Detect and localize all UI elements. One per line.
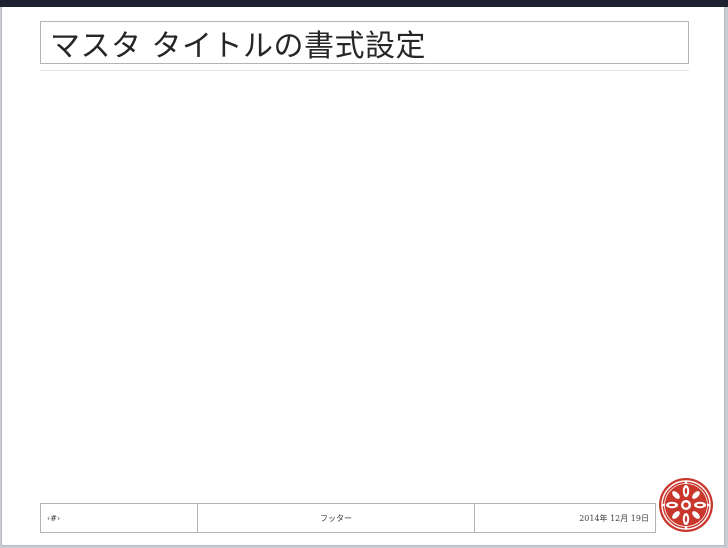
- title-text: マスタ タイトルの書式設定: [50, 28, 427, 64]
- title-placeholder[interactable]: マスタ タイトルの書式設定: [40, 21, 689, 64]
- slide-number-placeholder[interactable]: ‹#›: [40, 503, 198, 533]
- footer-placeholder[interactable]: フッター: [197, 503, 475, 533]
- ornamental-emblem-icon: [659, 478, 713, 532]
- date-placeholder[interactable]: 2014年 12月 19日: [474, 503, 656, 533]
- slide-number-text: ‹#›: [47, 513, 61, 523]
- date-text: 2014年 12月 19日: [579, 513, 649, 523]
- title-divider: [40, 70, 689, 71]
- slide-master-canvas[interactable]: マスタ タイトルの書式設定 ‹#› フッター 2014年 12月 19日: [1, 7, 725, 546]
- footer-text: フッター: [320, 513, 352, 523]
- window-top-bar: [0, 0, 728, 7]
